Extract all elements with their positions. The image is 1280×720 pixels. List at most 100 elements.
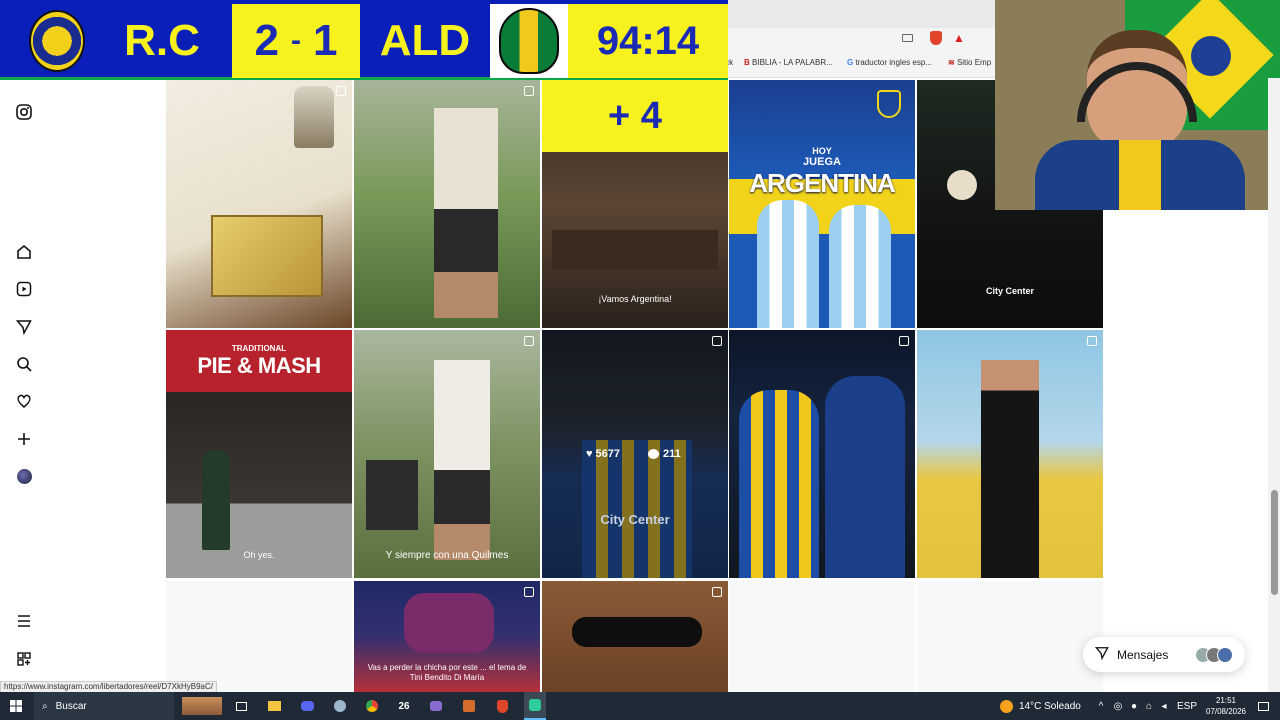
messages-label: Mensajes [1117,647,1169,662]
tray-network-icon[interactable]: ⌂ [1143,692,1155,720]
brand-overlay: City Center [985,286,1034,296]
chrome-icon[interactable] [361,692,383,720]
shop-sign: TRADITIONAL PIE & MASH [197,344,321,378]
person [202,450,230,550]
likes-stat: ♥ 5677 [586,448,621,460]
player [404,593,494,653]
post-tile[interactable]: Vas a perder la chicha por este ... el t… [354,581,540,692]
bottle [294,86,334,148]
heart-icon[interactable] [14,391,34,411]
argentina-title: HOY JUEGA ARGENTINA [749,146,896,198]
avatar [1217,646,1233,663]
player-right [829,205,891,328]
post-tile[interactable] [729,330,915,578]
away-score: 1 [313,16,338,65]
reel-icon [524,86,534,96]
reel-icon [1087,336,1097,346]
reel-icon [712,587,722,597]
tray-chevron-icon[interactable]: ^ [1094,692,1108,720]
search-highlight-icon[interactable] [180,692,224,720]
start-button[interactable] [4,692,28,720]
person [434,108,498,318]
post-tile[interactable]: Y siempre con una Quilmes [354,330,540,578]
reel-icon [712,336,722,346]
post-caption: Vas a perder la chicha por este ... el t… [367,663,527,682]
clock[interactable]: 21:51 07/08/2026 [1200,692,1252,720]
away-team: ALD [379,16,471,65]
grill [366,460,418,530]
sun-icon [1000,699,1013,713]
menu-icon[interactable] [14,611,34,631]
comments-stat: 211 [648,448,681,460]
instagram-logo-icon[interactable] [14,102,34,122]
reel-icon [524,587,534,597]
notifications-icon[interactable] [1252,692,1274,720]
post-tile-loading[interactable] [166,581,352,692]
calendar-badge[interactable]: 26 [393,692,415,720]
profile-avatar[interactable] [14,466,34,486]
bot-icon[interactable] [425,692,447,720]
score: 2 - 1 [232,4,360,78]
brave-rewards-icon[interactable]: ▲ [953,31,965,45]
away-crest-icon [490,4,568,78]
home-score: 2 [254,16,279,65]
post-tile[interactable] [166,80,352,328]
search-placeholder: Buscar [55,700,87,712]
home-icon[interactable] [14,242,34,262]
post-tile[interactable]: ♥ 5677 211 City Center [542,330,728,578]
time: 21:51 [1215,696,1237,705]
messages-button[interactable]: Mensajes [1083,637,1245,672]
more-apps-icon[interactable] [14,649,34,669]
task-view-icon[interactable] [230,692,252,720]
bookmark-sitio[interactable]: ≋ Sitio Emp [948,58,991,67]
added-time: + 4 [542,80,728,152]
reel-icon [899,336,909,346]
language-indicator[interactable]: ESP [1176,692,1198,720]
person [434,360,490,560]
post-tile-loading[interactable] [729,581,915,692]
search-icon: ⌕ [42,700,48,712]
scrollbar-thumb[interactable] [1271,490,1278,595]
tray-mic-icon[interactable]: ● [1128,692,1140,720]
brave-shield-icon[interactable] [930,31,942,45]
post-tile[interactable]: TRADITIONAL PIE & MASH Oh yes. [166,330,352,578]
obs-icon[interactable] [524,692,546,720]
file-explorer-icon[interactable] [263,692,285,720]
search-icon[interactable] [14,354,34,374]
bookmark-biblia[interactable]: B BIBLIA - LA PALABR... [744,58,833,67]
streamer-jacket [1035,140,1245,210]
post-caption: ¡Vamos Argentina! [598,294,672,304]
post-tile[interactable] [917,330,1103,578]
post-caption: Oh yes. [243,550,275,560]
tray-volume-icon[interactable]: ◂ [1158,692,1170,720]
staff [825,376,905,578]
brave-browser-icon[interactable] [491,692,513,720]
windows-taskbar: ⌕ Buscar 26 14°C Soleado ^ ◎ ● ⌂ ◂ ESP 2… [0,692,1280,720]
player [739,390,819,578]
weather-widget[interactable]: 14°C Soleado [1000,692,1090,720]
taskbar-search[interactable]: ⌕ Buscar [34,692,174,720]
plaque [211,215,323,297]
bible-icon: B [744,58,750,67]
player-left [757,200,819,328]
post-tile-loading[interactable] [917,581,1103,692]
send-icon [1094,646,1109,663]
steam-icon[interactable] [329,692,351,720]
match-clock: 94:14 [568,4,728,78]
discord-icon[interactable] [296,692,318,720]
post-tile[interactable]: HOY JUEGA ARGENTINA [729,80,915,328]
post-caption: Y siempre con una Quilmes [385,550,509,561]
app-icon[interactable] [458,692,480,720]
messages-icon[interactable] [14,317,34,337]
cast-icon[interactable] [902,34,913,42]
create-icon[interactable] [14,429,34,449]
reels-icon[interactable] [14,279,34,299]
hover-overlay [542,330,728,578]
page-scrollbar[interactable] [1268,78,1280,692]
bookmark-traductor[interactable]: G traductor ingles esp... [847,58,932,67]
post-tile[interactable] [542,581,728,692]
post-tile[interactable] [354,80,540,328]
afa-badge-icon [877,90,901,118]
weather-text: 14°C Soleado [1019,700,1081,712]
tray-app-icon[interactable]: ◎ [1112,692,1124,720]
